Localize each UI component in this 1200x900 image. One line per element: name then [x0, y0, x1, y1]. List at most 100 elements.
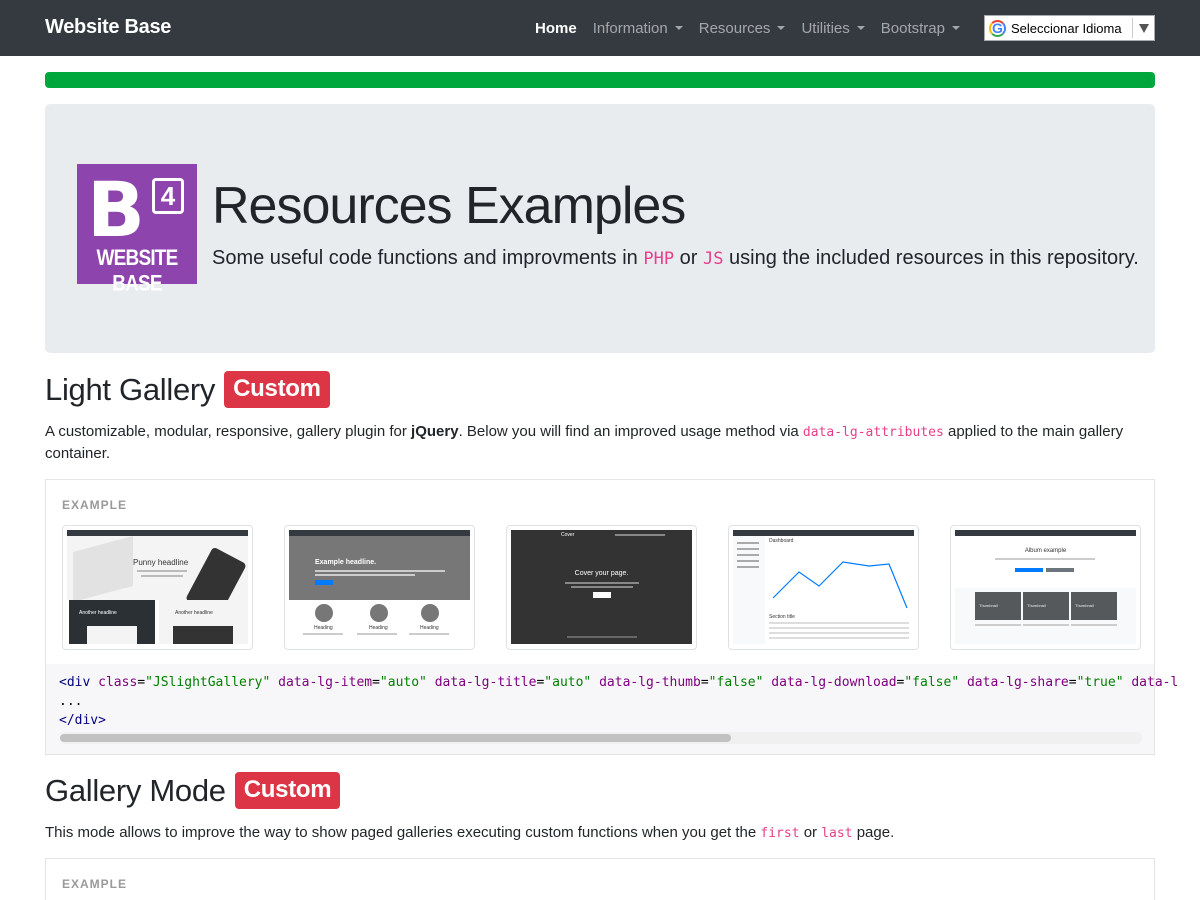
code-attributes: class="JSlightGallery" data-lg-item="aut… [98, 675, 1124, 690]
code-tail: data-l [1123, 675, 1179, 690]
thumb-subheading: Section title [769, 614, 795, 620]
thumb-image: Cover Cover your page. [511, 530, 692, 644]
lead-text: Some useful code functions and improvmen… [212, 247, 644, 269]
nav-item-home[interactable]: Home [535, 20, 577, 37]
light-gallery-description: A customizable, modular, responsive, gal… [45, 421, 1155, 464]
dropdown-arrow-icon [1132, 18, 1154, 38]
code-attr-name: data-lg-download [771, 675, 897, 690]
example-label: EXAMPLE [62, 498, 128, 512]
gallery-thumb-jumbotron[interactable]: Example headline. Heading Heading Headin… [284, 525, 475, 650]
section-heading: Gallery Mode [45, 772, 226, 808]
page-title: Resources Examples [212, 177, 686, 235]
lead-text: using the included resources in this rep… [723, 247, 1139, 269]
desc-text: or [799, 824, 822, 841]
example-label: EXAMPLE [62, 877, 128, 891]
code-js: JS [702, 249, 724, 269]
nav-item-label: Resources [698, 19, 771, 37]
thumb-subheading: Another headline [79, 610, 117, 616]
code-attr-name: data-lg-share [966, 675, 1069, 690]
nav-item-label: Information [592, 19, 668, 37]
navbar: Website Base Home Information Resources … [0, 0, 1200, 56]
thumb-subheading: Heading [369, 625, 388, 631]
custom-badge: Custom [234, 772, 341, 809]
desc-text: . Below you will find an improved usage … [458, 423, 803, 440]
caret-down-icon [777, 26, 786, 30]
thumb-image: Example headline. Heading Heading Headin… [289, 530, 470, 644]
nav-item-label: Home [535, 19, 577, 37]
gallery-thumbnails: Punny headline Another headline Another … [62, 525, 1141, 650]
code-last: last [821, 826, 853, 841]
thumb-image: Punny headline Another headline Another … [67, 530, 248, 644]
thumb-subheading: Another headline [175, 610, 213, 616]
jumbotron: B 4 WEBSITE BASE Resources Examples Some… [45, 104, 1155, 353]
code-first: first [760, 826, 800, 841]
nav-item-information[interactable]: Information [593, 20, 683, 37]
code-attr-value: "false" [708, 675, 764, 690]
code-ellipsis: ... [59, 694, 83, 709]
code-text: <div class="JSlightGallery" data-lg-item… [59, 673, 1178, 730]
code-attr-value: "auto" [379, 675, 427, 690]
code-example: <div class="JSlightGallery" data-lg-item… [45, 664, 1178, 755]
thumb-subheading: Heading [420, 625, 439, 631]
caret-down-icon [952, 26, 960, 30]
scrollbar-thumb[interactable] [60, 734, 731, 742]
code-attr-name: class [98, 675, 138, 690]
thumb-brand: Cover [561, 532, 575, 538]
thumb-line-chart [772, 561, 908, 609]
section-heading: Light Gallery [45, 371, 216, 407]
navbar-brand[interactable]: Website Base [45, 16, 171, 39]
thumb-headline: Cover your page. [574, 570, 629, 577]
thumb-subheading: Heading [314, 625, 333, 631]
code-php: PHP [643, 249, 675, 269]
desc-text: This mode allows to improve the way to s… [45, 824, 761, 841]
desc-bold: jQuery [411, 423, 459, 440]
nav-item-label: Bootstrap [880, 19, 945, 37]
navbar-menu: Home Information Resources Utilities Boo… [527, 0, 968, 56]
caret-down-icon [674, 26, 683, 30]
language-select-label: Seleccionar Idioma [1011, 20, 1122, 36]
nav-item-bootstrap[interactable]: Bootstrap [881, 20, 960, 37]
gallery-thumb-carousel[interactable]: Punny headline Another headline Another … [62, 525, 253, 650]
thumb-headline: Example headline. [315, 559, 377, 566]
horizontal-scrollbar[interactable] [60, 732, 1142, 744]
page-lead: Some useful code functions and improvmen… [212, 247, 1139, 270]
code-attr-value: "true" [1076, 675, 1124, 690]
progress-bar [45, 72, 1155, 88]
code-attr-value: "false" [904, 675, 960, 690]
lead-text: or [674, 247, 703, 269]
custom-badge: Custom [224, 371, 330, 408]
code-attr-value: "JSlightGallery" [145, 675, 271, 690]
code-attr-name: data-lg-item [278, 675, 373, 690]
code-attr-name: data-lg-title [434, 675, 537, 690]
thumb-headline: Punny headline [133, 558, 189, 567]
thumb-image: Album example Thumbnail Thumbnail Thumbn… [955, 530, 1136, 644]
gallery-mode-description: This mode allows to improve the way to s… [45, 822, 1155, 844]
logo-text: WEBSITE BASE [96, 246, 179, 297]
nav-item-resources[interactable]: Resources [699, 20, 786, 37]
progress-bar-fill [45, 72, 1155, 88]
code-attr-name: data-lg-thumb [599, 675, 701, 690]
language-select[interactable]: G Seleccionar Idioma [984, 15, 1155, 41]
gallery-thumb-cover[interactable]: Cover Cover your page. [506, 525, 697, 650]
desc-text: A customizable, modular, responsive, gal… [45, 423, 412, 440]
desc-text: page. [852, 824, 895, 841]
gallery-thumb-album[interactable]: Album example Thumbnail Thumbnail Thumbn… [950, 525, 1141, 650]
code-attr-value: "auto" [544, 675, 592, 690]
code-close-tag: </div> [59, 713, 106, 728]
logo-letter: B [87, 165, 145, 254]
caret-down-icon [856, 26, 865, 30]
code-tag: <div [59, 675, 99, 690]
section-title-gallery-mode: Gallery Mode Custom [45, 772, 341, 809]
thumb-headline: Album example [1024, 548, 1067, 554]
nav-item-label: Utilities [801, 19, 850, 37]
thumb-subheading: Thumbnail [1027, 603, 1046, 608]
website-base-logo: B 4 WEBSITE BASE [77, 164, 197, 296]
thumb-subheading: Thumbnail [979, 603, 998, 608]
thumb-subheading: Thumbnail [1075, 603, 1094, 608]
nav-item-utilities[interactable]: Utilities [801, 19, 865, 37]
example-box-gallery-mode: EXAMPLE [45, 858, 1155, 900]
gallery-thumb-dashboard[interactable]: Dashboard Section title [728, 525, 919, 650]
code-data-lg-attributes: data-lg-attributes [802, 425, 944, 440]
google-icon: G [989, 19, 1006, 37]
section-title-light-gallery: Light Gallery Custom [45, 371, 330, 408]
